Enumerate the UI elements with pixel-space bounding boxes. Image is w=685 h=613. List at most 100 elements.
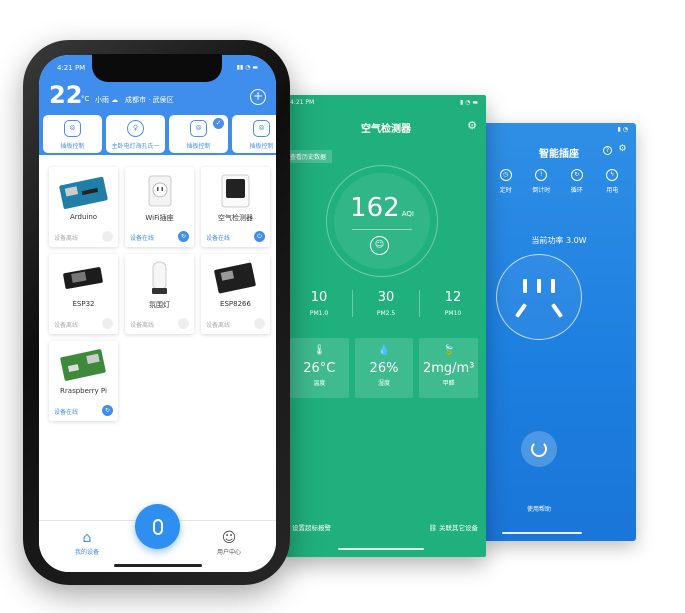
clock-icon: ◷: [499, 169, 512, 181]
device-toggle[interactable]: [178, 318, 189, 329]
esp32-board-icon: [63, 267, 103, 289]
history-link[interactable]: 查看历史数据: [286, 150, 333, 163]
gear-icon[interactable]: ⚙: [467, 119, 477, 132]
device-name: 空气检测器: [218, 214, 253, 222]
loop-icon: ↻: [570, 169, 583, 181]
wifi-socket-icon: [148, 175, 172, 207]
quick-action-label: 插板控制: [249, 143, 274, 150]
link-devices-label: 关联其它设备: [439, 524, 478, 532]
quick-action-item[interactable]: ⦾ ✓ 插板控制: [169, 115, 228, 153]
home-indicator: [114, 564, 202, 567]
microphone-icon: [152, 518, 163, 535]
divider: [352, 229, 412, 230]
mode-label: 定时: [499, 187, 512, 194]
aqi-value: 162: [350, 193, 400, 223]
temperature-unit: °C: [81, 95, 90, 103]
check-icon: ✓: [213, 118, 224, 129]
link-icon: ⛓: [428, 524, 439, 532]
mode-power-usage[interactable]: ϟ 用电: [597, 169, 627, 194]
settings-icon[interactable]: ⚙: [618, 145, 627, 155]
current-power: 当前功率 3.0W: [531, 236, 587, 245]
quick-action-label: 主卧电灯海孔氏一: [111, 143, 160, 150]
humidity-card[interactable]: 💧 26% 湿度: [354, 338, 414, 398]
card-value: 2mg/m³: [422, 361, 475, 376]
device-card-esp32[interactable]: ESP32 设备离线: [49, 254, 118, 334]
mode-countdown[interactable]: ! 倒计时: [526, 169, 556, 194]
pm-value: 10: [310, 290, 328, 305]
plug-title: 智能插座: [539, 149, 579, 160]
device-name: 氛围灯: [149, 301, 170, 309]
device-toggle[interactable]: [254, 318, 265, 329]
ambient-lamp-icon: [152, 261, 167, 294]
power-icon[interactable]: ⏻: [254, 231, 265, 242]
refresh-icon[interactable]: ↻: [102, 405, 113, 416]
voice-button[interactable]: [135, 504, 180, 549]
card-label: 甲醛: [442, 380, 455, 387]
home-indicator: [502, 532, 582, 534]
link-devices[interactable]: ⛓ 关联其它设备: [429, 522, 478, 532]
tab-user-center[interactable]: ☺ 用户中心: [199, 530, 259, 556]
plug-icon: ⦾: [253, 120, 270, 137]
refresh-icon[interactable]: ↻: [178, 231, 189, 242]
plug-status-bar: ▮ ◔: [617, 126, 628, 133]
help-icon[interactable]: ?: [603, 146, 612, 155]
tab-my-devices[interactable]: ⌂ 我的设备: [57, 530, 117, 556]
raspberry-pi-board-icon: [60, 349, 106, 381]
device-card-wifi-socket[interactable]: WiFi插座 设备在线 ↻: [125, 167, 194, 247]
mode-label: 倒计时: [532, 187, 551, 194]
aqi-unit: AQI: [401, 210, 414, 218]
quick-action-item[interactable]: ⦾ 插板控制: [43, 115, 102, 153]
mode-label: 用电: [606, 187, 619, 194]
thermometer-icon: 🌡: [312, 345, 326, 356]
weather-label: 小雨: [95, 96, 109, 104]
mode-loop[interactable]: ↻ 循环: [562, 169, 592, 194]
help-link[interactable]: 使用帮助: [482, 504, 596, 513]
device-toggle[interactable]: [102, 231, 113, 242]
device-card-esp8266[interactable]: ESP8266 设备离线: [201, 254, 270, 334]
device-card-raspberry-pi[interactable]: Rraspberry Pi 设备在线 ↻: [49, 341, 118, 421]
socket-pin: [523, 279, 527, 293]
device-status: 设备在线: [130, 235, 155, 242]
pm-label: PM2.5: [376, 310, 396, 317]
device-name: ESP8266: [220, 300, 251, 308]
mode-label: 循环: [570, 187, 583, 194]
device-status: 设备离线: [130, 322, 155, 329]
phone-notch: [92, 54, 222, 82]
pm-value: 30: [377, 290, 395, 305]
smiley-face-icon: ☺: [370, 236, 389, 255]
device-card-arduino[interactable]: Arduino 设备离线: [49, 167, 118, 247]
add-device-button[interactable]: +: [250, 89, 266, 105]
temperature-card[interactable]: 🌡 26°C 温度: [290, 338, 349, 398]
device-card-air-monitor[interactable]: 空气检测器 设备在线 ⏻: [201, 167, 270, 247]
pm-item: 10 PM1.0: [286, 290, 353, 317]
card-value: 26%: [369, 361, 399, 376]
location-text: 成都市 · 武侯区: [125, 96, 174, 104]
app-showcase: ▮ ◔ 智能插座 ? ⚙ ◷ 定时 ! 倒计时 ↻ 循环 ϟ 用电 当前功率 3…: [0, 0, 685, 613]
pm-value: 12: [444, 290, 462, 305]
formaldehyde-card[interactable]: 🍃 2mg/m³ 甲醛: [419, 338, 479, 398]
air-monitor-icon: [221, 174, 250, 208]
tab-label: 我的设备: [74, 549, 99, 556]
device-toggle[interactable]: [102, 318, 113, 329]
esp8266-board-icon: [214, 262, 256, 294]
device-status: 设备在线: [54, 409, 79, 416]
mode-timer[interactable]: ◷ 定时: [491, 169, 521, 194]
pm-item: 12 PM10: [420, 290, 486, 317]
socket-pin: [537, 279, 541, 293]
status-icons: ▮▮ ◔ ▬: [236, 64, 258, 71]
status-time: 4:21 PM: [57, 64, 86, 72]
bulb-icon: ♀: [127, 120, 144, 137]
alarm-setting-link[interactable]: 设置超标报警: [292, 522, 331, 532]
sensor-cards: 🌡 26°C 温度 💧 26% 湿度 🍃 2mg/m³ 甲醛: [290, 338, 479, 398]
countdown-icon: !: [535, 169, 548, 181]
user-icon: ☺: [221, 530, 237, 546]
quick-action-item[interactable]: ⦾ 插板控制: [232, 115, 276, 153]
quick-action-item[interactable]: ♀ 主卧电灯海孔氏一: [106, 115, 165, 153]
status-icons: ▮ ◔ ▬: [459, 99, 478, 106]
device-card-ambient-light[interactable]: 氛围灯 设备离线: [125, 254, 194, 334]
power-toggle-button[interactable]: [521, 431, 557, 467]
plug-icon: ⦾: [190, 120, 207, 137]
plug-modes: ◷ 定时 ! 倒计时 ↻ 循环 ϟ 用电: [482, 169, 636, 194]
device-name: Rraspberry Pi: [60, 387, 107, 395]
socket-pin: [551, 303, 563, 318]
